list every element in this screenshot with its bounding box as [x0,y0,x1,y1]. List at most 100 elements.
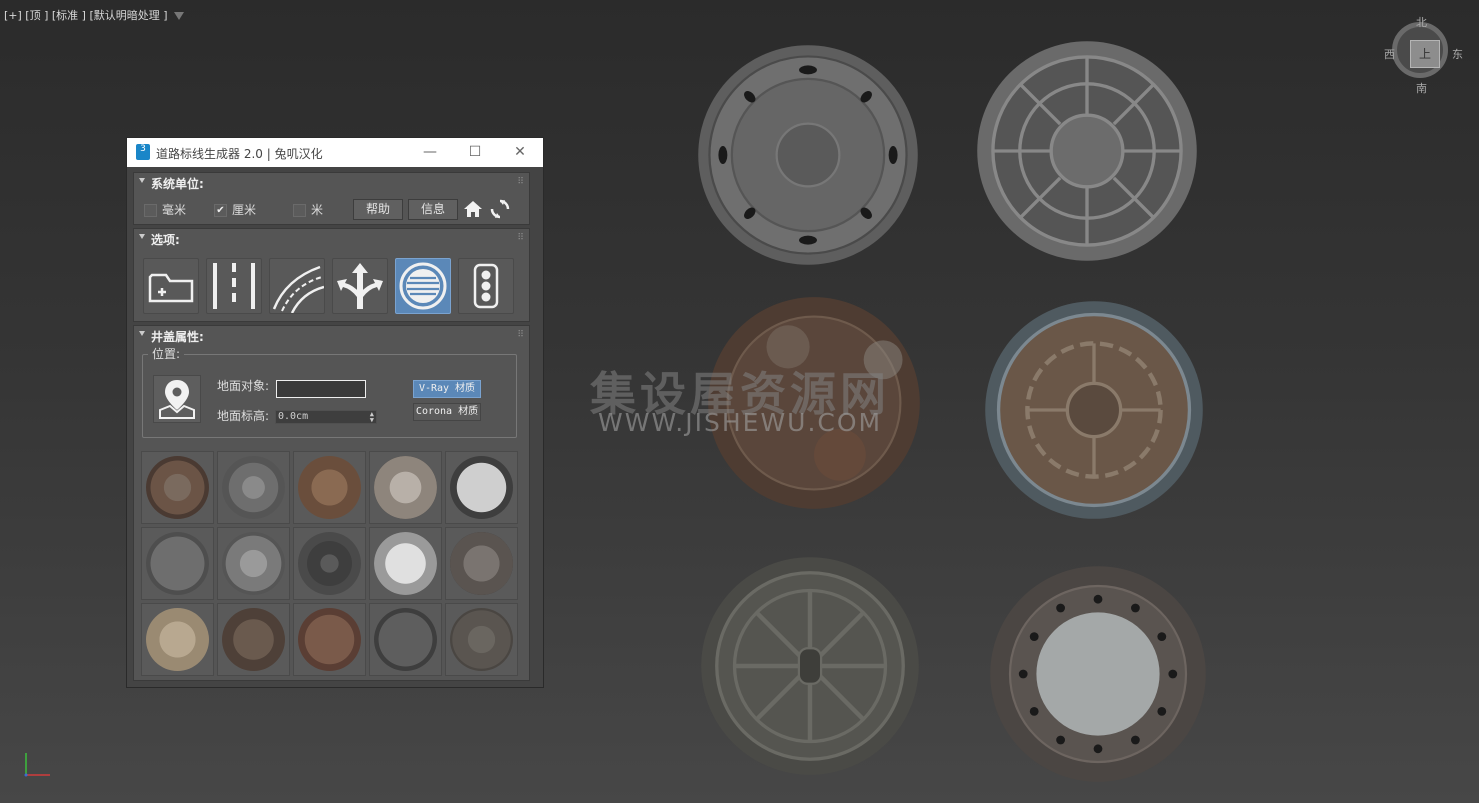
cover-thumb-image [222,532,285,595]
units-rollout: 系统单位: ⠿ 毫米 ✔ 厘米 米 帮助 信息 [133,172,530,225]
manhole-cover-5[interactable] [698,555,922,777]
unit-mm-checkbox[interactable]: 毫米 [144,201,186,217]
cover-thumb-12[interactable] [217,603,290,676]
ground-object-label: 地面对象: [217,379,270,393]
cover-thumb-14[interactable] [369,603,442,676]
axis-tripod-icon [24,753,50,777]
cover-thumb-4[interactable] [369,451,442,524]
cover-thumb-image [450,456,513,519]
minimize-button[interactable]: — [407,138,453,167]
filter-icon[interactable] [173,12,184,20]
manhole-cover-6[interactable] [987,564,1209,784]
new-folder-icon [148,273,194,303]
checkbox-label: 毫米 [162,203,187,217]
unit-cm-checkbox[interactable]: ✔ 厘米 [214,201,256,217]
checkbox-label: 米 [311,203,324,217]
cover-thumb-15[interactable] [445,603,518,676]
split-arrow-button[interactable] [332,258,388,314]
cover-thumb-image [222,456,285,519]
location-pick-button[interactable] [153,375,201,423]
cover-thumb-11[interactable] [141,603,214,676]
maximize-button[interactable]: ☐ [452,138,498,167]
viewcube-face[interactable]: 上 [1410,40,1440,68]
checkbox-label: 厘米 [232,203,257,217]
app-icon: 3 [136,144,150,160]
unit-m-checkbox[interactable]: 米 [293,201,323,217]
cover-thumb-6[interactable] [141,527,214,600]
location-pin-icon [159,380,195,419]
split-arrow-icon [337,263,383,309]
cover-thumb-image [146,456,209,519]
curved-lines-icon [272,265,325,314]
cover-thumb-9[interactable] [369,527,442,600]
collapse-arrow-icon[interactable] [139,234,145,239]
ground-height-label: 地面标高: [217,409,270,423]
lane-lines-icon [213,263,255,309]
cover-thumb-7[interactable] [217,527,290,600]
grip-icon[interactable]: ⠿ [517,330,524,340]
cover-thumb-image [298,456,361,519]
manhole-cover-2[interactable] [975,38,1199,264]
checkbox-box-checked[interactable]: ✔ [214,204,227,217]
options-rollout: 选项: ⠿ [133,228,530,322]
compass-north[interactable]: 北 [1416,14,1427,30]
cover-thumb-image [374,456,437,519]
compass-east[interactable]: 东 [1452,46,1463,62]
ground-height-spinner[interactable]: 0.0cm ▲ ▼ [275,410,377,424]
cover-thumb-5[interactable] [445,451,518,524]
titlebar[interactable]: 3 道路标线生成器 2.0 | 兔叽汉化 — ☐ ✕ [127,138,543,167]
collapse-arrow-icon[interactable] [139,178,145,183]
viewport-label[interactable]: [+] [顶 ] [标准 ] [默认明暗处理 ] [4,7,184,23]
cover-thumb-10[interactable] [445,527,518,600]
road-marking-generator-window[interactable]: 3 道路标线生成器 2.0 | 兔叽汉化 — ☐ ✕ 系统单位: ⠿ 毫米 ✔ 厘… [126,137,544,688]
corona-material-button[interactable]: Corona 材质 [413,403,481,421]
home-icon[interactable] [462,198,484,220]
ground-object-field[interactable] [276,380,366,398]
options-rollout-header[interactable]: 选项: ⠿ [134,229,529,249]
viewport-label-text[interactable]: [+] [顶 ] [标准 ] [默认明暗处理 ] [4,9,168,22]
position-groupbox: 位置: 地面对象: 地面标高: 0.0cm ▲ ▼ V-Ray 材质 Corona… [142,345,517,438]
cover-thumb-1[interactable] [141,451,214,524]
watermark-en: WWW.JISHEWU.COM [598,408,883,437]
cover-thumbnail-grid [141,451,521,679]
grip-icon[interactable]: ⠿ [517,177,524,187]
cover-thumb-2[interactable] [217,451,290,524]
units-rollout-header[interactable]: 系统单位: ⠿ [134,173,529,193]
cover-thumb-image [374,608,437,671]
new-folder-button[interactable] [143,258,199,314]
checkbox-box[interactable] [144,204,157,217]
cover-thumb-image [146,608,209,671]
refresh-icon[interactable] [489,198,511,220]
help-button[interactable]: 帮助 [353,199,403,220]
manhole-cover-1[interactable] [696,40,920,270]
position-group-label: 位置: [148,345,185,362]
info-button[interactable]: 信息 [408,199,458,220]
traffic-light-button[interactable] [458,258,514,314]
cover-thumb-image [374,532,437,595]
viewcube[interactable]: 上 北 南 东 西 [1384,14,1463,95]
cover-props-rollout-title: 井盖属性: [151,330,204,344]
cover-thumb-8[interactable] [293,527,366,600]
manhole-cover-icon [399,262,447,310]
cover-props-rollout-header[interactable]: 井盖属性: ⠿ [134,326,529,346]
cover-thumb-3[interactable] [293,451,366,524]
cover-thumb-image [450,532,513,595]
vray-material-button[interactable]: V-Ray 材质 [413,380,481,398]
cover-thumb-image [222,608,285,671]
spinner-arrows-icon[interactable]: ▲ ▼ [370,411,374,424]
collapse-arrow-icon[interactable] [139,331,145,336]
checkbox-box[interactable] [293,204,306,217]
cover-thumb-image [450,608,513,671]
options-rollout-title: 选项: [151,233,180,247]
compass-west[interactable]: 西 [1384,46,1395,62]
compass-south[interactable]: 南 [1416,80,1427,96]
curved-lines-button[interactable] [269,258,325,314]
manhole-cover-4[interactable] [983,293,1205,527]
units-rollout-title: 系统单位: [151,177,204,191]
ground-height-value[interactable]: 0.0cm [278,411,308,422]
close-button[interactable]: ✕ [497,138,543,167]
manhole-cover-button[interactable] [395,258,451,314]
cover-thumb-13[interactable] [293,603,366,676]
lane-lines-button[interactable] [206,258,262,314]
grip-icon[interactable]: ⠿ [517,233,524,243]
